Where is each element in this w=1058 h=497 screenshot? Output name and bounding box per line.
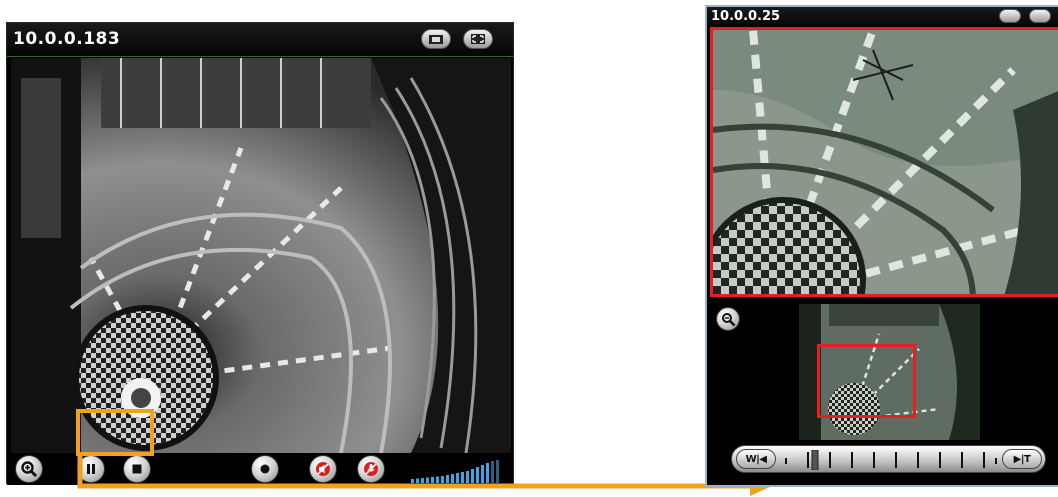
atrium-video-image xyxy=(11,58,511,453)
stop-button[interactable] xyxy=(123,455,151,483)
step-back-button[interactable]: W|◀ xyxy=(736,449,776,469)
step-forward-button[interactable]: ▶|T xyxy=(1002,449,1042,469)
pause-icon xyxy=(87,464,95,474)
stop-icon xyxy=(132,464,142,474)
pause-button[interactable] xyxy=(77,455,105,483)
zoom-icon xyxy=(21,461,38,478)
snapshot-button[interactable] xyxy=(999,9,1021,23)
pause-stop-highlight xyxy=(76,409,154,456)
speaker-toggle-button[interactable] xyxy=(309,455,337,483)
zoom-region-indicator[interactable] xyxy=(817,344,916,418)
full-view-thumbnail[interactable] xyxy=(799,304,980,440)
zoomed-video-feed[interactable] xyxy=(710,27,1058,297)
zoom-out-icon xyxy=(721,312,735,326)
mute-mic-icon xyxy=(364,462,378,476)
camera-ip-title: 10.0.0.25 xyxy=(711,9,781,24)
zoomed-atrium-image xyxy=(713,30,1058,294)
snapshot-button[interactable] xyxy=(421,29,451,49)
digital-zoom-button[interactable] xyxy=(15,455,43,483)
snapshot-icon xyxy=(429,35,443,44)
microphone-toggle-button[interactable] xyxy=(357,455,385,483)
camera-ip-title: 10.0.0.183 xyxy=(13,29,121,49)
fullscreen-button[interactable] xyxy=(1029,9,1051,23)
fullscreen-icon xyxy=(471,34,485,44)
fullscreen-button[interactable] xyxy=(463,29,493,49)
volume-level-icon[interactable] xyxy=(411,459,507,483)
title-bar: 10.0.0.183 xyxy=(7,23,513,57)
record-button[interactable] xyxy=(251,455,279,483)
live-video-feed[interactable] xyxy=(11,58,511,453)
playback-timeline[interactable]: W|◀ ▶|T xyxy=(731,445,1046,473)
control-bar xyxy=(7,453,513,485)
title-bar: 10.0.0.25 xyxy=(707,7,1058,27)
live-view-window-right: 10.0.0.25 W|◀ ▶|T xyxy=(705,5,1058,487)
timeline-slider-handle xyxy=(811,450,819,470)
mute-speaker-icon xyxy=(316,462,330,476)
record-icon xyxy=(260,464,270,474)
timeline-ticks[interactable] xyxy=(782,450,1000,470)
zoom-out-button[interactable] xyxy=(716,307,740,331)
